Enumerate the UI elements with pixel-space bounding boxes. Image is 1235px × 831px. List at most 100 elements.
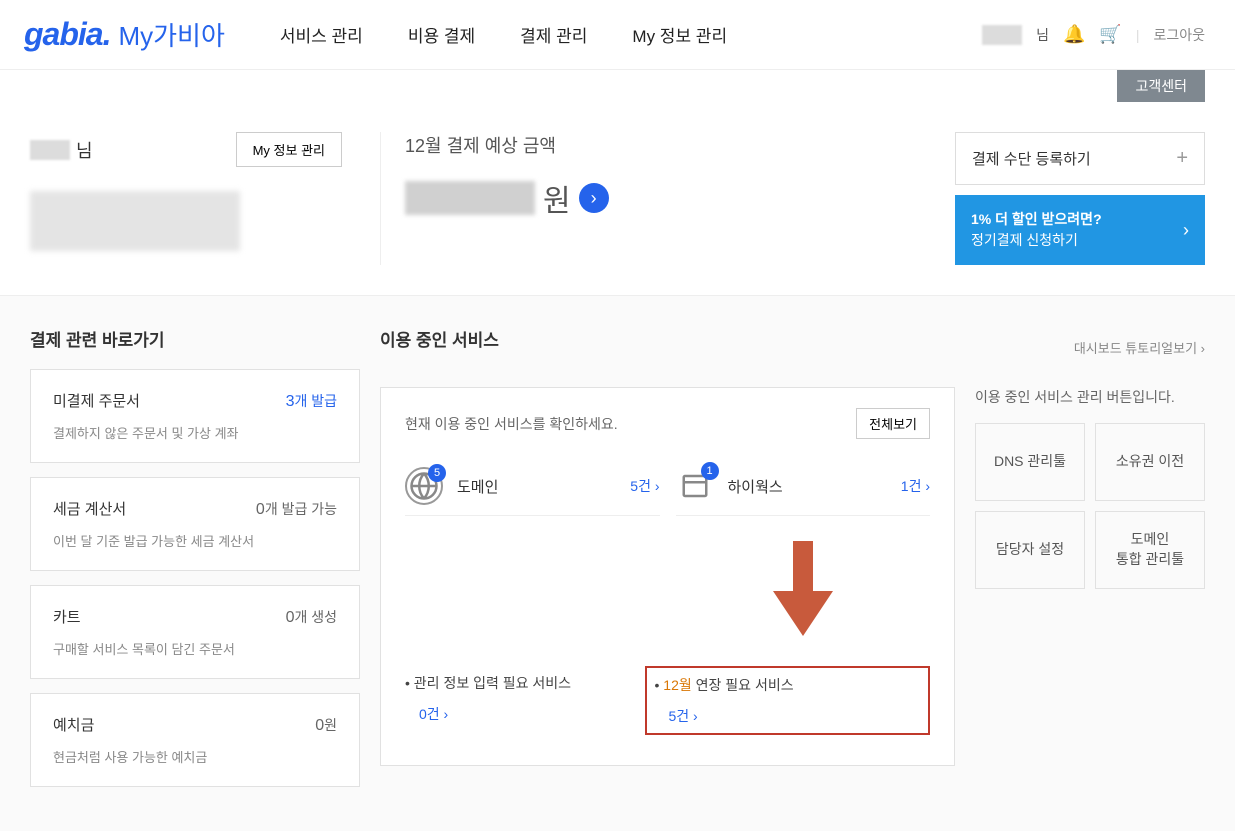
header-right: 님 🔔 🛒 | 로그아웃 bbox=[982, 24, 1205, 45]
my-info-button[interactable]: My 정보 관리 bbox=[236, 132, 342, 167]
badge: 5 bbox=[428, 464, 446, 482]
arrow-annotation bbox=[763, 546, 843, 636]
service-name: 하이웍스 bbox=[728, 476, 887, 497]
card-unit: 원 bbox=[324, 717, 337, 733]
service-count[interactable]: 1건 › bbox=[901, 476, 930, 496]
mgmt-dns-tool[interactable]: DNS 관리툴 bbox=[975, 423, 1085, 501]
view-all-button[interactable]: 전체보기 bbox=[856, 408, 930, 439]
logo[interactable]: gabia. bbox=[24, 16, 110, 53]
payment-label: 12월 결제 예상 금액 bbox=[405, 132, 935, 158]
bell-icon[interactable]: 🔔 bbox=[1063, 24, 1085, 45]
card-unit: 개 발급 가능 bbox=[265, 501, 337, 517]
card-title: 예치금 bbox=[53, 714, 94, 735]
service-item-row[interactable]: 5 도메인 5건 › bbox=[405, 457, 660, 516]
card-desc: 결제하지 않은 주문서 및 가상 계좌 bbox=[53, 423, 337, 442]
bullet-month: 12월 bbox=[663, 677, 691, 693]
customer-service-button[interactable]: 고객센터 bbox=[1117, 70, 1205, 102]
register-label: 결제 수단 등록하기 bbox=[972, 148, 1091, 169]
card-unit: 개 발급 bbox=[294, 393, 337, 409]
content-header: 이용 중인 서비스 대시보드 튜토리얼보기 › bbox=[380, 326, 1205, 369]
sidebar-title: 결제 관련 바로가기 bbox=[30, 326, 360, 351]
mgmt-grid: DNS 관리툴 소유권 이전 담당자 설정 도메인 통합 관리툴 bbox=[975, 423, 1205, 589]
app-icon: 1 bbox=[676, 467, 714, 505]
payment-amount-row: 원 › bbox=[405, 176, 935, 220]
user-suffix: 님 bbox=[1036, 25, 1049, 45]
card-title: 카트 bbox=[53, 606, 81, 627]
service-bottom: • 관리 정보 입력 필요 서비스 0건 › • 12월 연장 필요 서비스 5… bbox=[405, 666, 930, 735]
top-section: 님 My 정보 관리 12월 결제 예상 금액 원 › 결제 수단 등록하기 +… bbox=[0, 112, 1235, 296]
content: 이용 중인 서비스 대시보드 튜토리얼보기 › 현재 이용 중인 서비스를 확인… bbox=[380, 326, 1205, 801]
card-unit: 개 생성 bbox=[294, 609, 337, 625]
header-tools: 고객센터 bbox=[0, 70, 1235, 112]
service-hint: 현재 이용 중인 서비스를 확인하세요. bbox=[405, 414, 618, 434]
content-body: 현재 이용 중인 서비스를 확인하세요. 전체보기 5 도메인 5건 › bbox=[380, 387, 1205, 766]
bullet-text: 연장 필요 서비스 bbox=[692, 677, 794, 693]
username-redacted bbox=[982, 25, 1022, 45]
service-count[interactable]: 5건 › bbox=[630, 476, 659, 496]
mgmt-hint: 이용 중인 서비스 관리 버튼입니다. bbox=[975, 387, 1205, 407]
promo-text: 1% 더 할인 받으려면? 정기결제 신청하기 bbox=[971, 209, 1102, 251]
service-panel: 현재 이용 중인 서비스를 확인하세요. 전체보기 5 도메인 5건 › bbox=[380, 387, 955, 766]
bullet-link[interactable]: 0건 › bbox=[405, 701, 629, 728]
service-name: 도메인 bbox=[457, 476, 616, 497]
promo-line2: 정기결제 신청하기 bbox=[971, 232, 1078, 248]
service-item-hiworks: 1 하이웍스 1건 › bbox=[676, 457, 931, 646]
card-tax-invoice[interactable]: 세금 계산서 0개 발급 가능 이번 달 기준 발급 가능한 세금 계산서 bbox=[30, 477, 360, 571]
bullet-mgmt-info: • 관리 정보 입력 필요 서비스 0건 › bbox=[405, 666, 629, 735]
main-section: 결제 관련 바로가기 미결제 주문서 3개 발급 결제하지 않은 주문서 및 가… bbox=[0, 296, 1235, 831]
service-item-row[interactable]: 1 하이웍스 1건 › bbox=[676, 457, 931, 516]
main-nav: 서비스 관리 비용 결제 결제 관리 My 정보 관리 bbox=[280, 22, 727, 47]
user-top: 님 My 정보 관리 bbox=[30, 132, 342, 167]
user-name-line: 님 bbox=[30, 137, 93, 163]
bullet-prefix: • bbox=[405, 675, 414, 691]
nav-payment[interactable]: 비용 결제 bbox=[408, 22, 475, 47]
badge: 1 bbox=[701, 462, 719, 480]
cart-icon[interactable]: 🛒 bbox=[1099, 24, 1121, 45]
logout-link[interactable]: 로그아웃 bbox=[1153, 25, 1205, 45]
chevron-right-icon: › bbox=[1183, 220, 1189, 241]
user-box: 님 My 정보 관리 bbox=[30, 132, 360, 265]
bullet-text: 관리 정보 입력 필요 서비스 bbox=[414, 675, 571, 691]
service-grid: 5 도메인 5건 › 1 하이웍스 bbox=[405, 457, 930, 646]
card-desc: 현금처럼 사용 가능한 예치금 bbox=[53, 747, 337, 766]
service-item-domain: 5 도메인 5건 › bbox=[405, 457, 660, 646]
mgmt-manager-setting[interactable]: 담당자 설정 bbox=[975, 511, 1085, 589]
logo-subtitle[interactable]: My가비아 bbox=[118, 16, 224, 53]
nav-payment-mgmt[interactable]: 결제 관리 bbox=[520, 22, 587, 47]
mgmt-ownership-transfer[interactable]: 소유권 이전 bbox=[1095, 423, 1205, 501]
recurring-payment-promo[interactable]: 1% 더 할인 받으려면? 정기결제 신청하기 › bbox=[955, 195, 1205, 265]
card-desc: 이번 달 기준 발급 가능한 세금 계산서 bbox=[53, 531, 337, 550]
card-num: 0 bbox=[315, 717, 324, 734]
amount-redacted bbox=[405, 181, 535, 215]
currency-label: 원 bbox=[543, 176, 571, 220]
bullet-prefix: • bbox=[655, 677, 664, 693]
content-title: 이용 중인 서비스 bbox=[380, 326, 499, 351]
card-title: 미결제 주문서 bbox=[53, 390, 140, 411]
payment-estimate-box: 12월 결제 예상 금액 원 › bbox=[380, 132, 935, 265]
bullet-link[interactable]: 5건 › bbox=[655, 703, 879, 730]
nav-my-info[interactable]: My 정보 관리 bbox=[632, 22, 727, 47]
card-desc: 구매할 서비스 목록이 담긴 주문서 bbox=[53, 639, 337, 658]
username-redacted bbox=[30, 140, 70, 160]
register-payment-method[interactable]: 결제 수단 등록하기 + bbox=[955, 132, 1205, 185]
mgmt-panel: 이용 중인 서비스 관리 버튼입니다. DNS 관리툴 소유권 이전 담당자 설… bbox=[975, 387, 1205, 766]
user-details-redacted bbox=[30, 191, 240, 251]
promo-line1: 1% 더 할인 받으려면? bbox=[971, 211, 1102, 227]
mgmt-domain-tool[interactable]: 도메인 통합 관리툴 bbox=[1095, 511, 1205, 589]
card-num: 0 bbox=[256, 501, 265, 518]
globe-icon: 5 bbox=[405, 467, 443, 505]
user-suffix: 님 bbox=[76, 137, 93, 163]
arrow-right-icon[interactable]: › bbox=[579, 183, 609, 213]
nav-service-mgmt[interactable]: 서비스 관리 bbox=[280, 22, 363, 47]
plus-icon: + bbox=[1176, 147, 1188, 170]
bullet-renewal-needed: • 12월 연장 필요 서비스 5건 › bbox=[645, 666, 931, 735]
service-panel-top: 현재 이용 중인 서비스를 확인하세요. 전체보기 bbox=[405, 408, 930, 439]
card-deposit[interactable]: 예치금 0원 현금처럼 사용 가능한 예치금 bbox=[30, 693, 360, 787]
header: gabia. My가비아 서비스 관리 비용 결제 결제 관리 My 정보 관리… bbox=[0, 0, 1235, 70]
card-cart[interactable]: 카트 0개 생성 구매할 서비스 목록이 담긴 주문서 bbox=[30, 585, 360, 679]
payment-shortcuts-sidebar: 결제 관련 바로가기 미결제 주문서 3개 발급 결제하지 않은 주문서 및 가… bbox=[30, 326, 360, 801]
card-title: 세금 계산서 bbox=[53, 498, 126, 519]
divider: | bbox=[1136, 27, 1140, 43]
tutorial-link[interactable]: 대시보드 튜토리얼보기 › bbox=[1074, 338, 1205, 357]
card-unpaid-orders[interactable]: 미결제 주문서 3개 발급 결제하지 않은 주문서 및 가상 계좌 bbox=[30, 369, 360, 463]
